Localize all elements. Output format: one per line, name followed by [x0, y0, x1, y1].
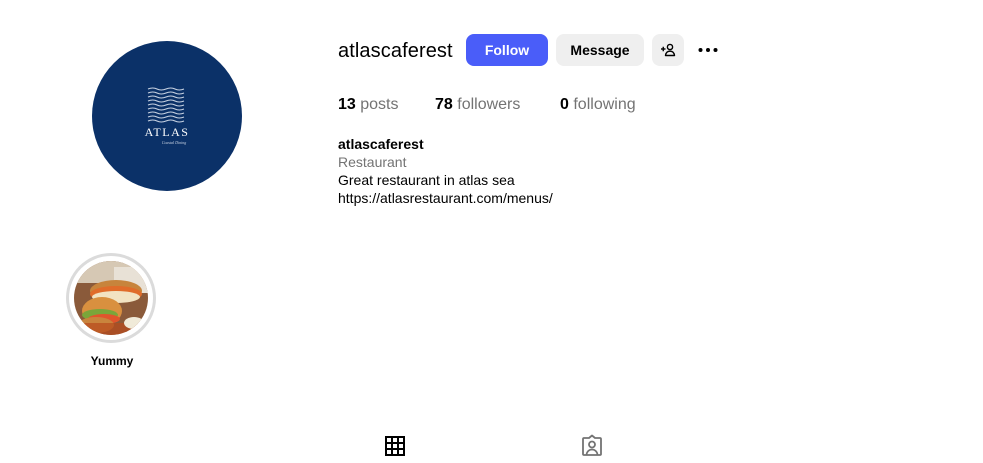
- highlight-label: Yummy: [90, 354, 134, 368]
- posts-count: 13: [338, 96, 356, 113]
- bio-category: Restaurant: [338, 154, 407, 170]
- tab-posts[interactable]: [383, 434, 407, 458]
- more-horizontal-icon: [698, 48, 718, 52]
- follow-button[interactable]: Follow: [466, 34, 548, 66]
- more-options-button[interactable]: [694, 38, 722, 62]
- tagged-user-icon: [582, 434, 602, 456]
- highlight-thumbnail: [74, 261, 148, 335]
- following-label: following: [573, 96, 636, 113]
- profile-avatar[interactable]: ATLAS Coastal Dining: [92, 41, 242, 191]
- atlas-wordmark: ATLAS: [145, 125, 190, 139]
- atlas-logo-icon: ATLAS Coastal Dining: [145, 87, 190, 145]
- followers-stat[interactable]: 78 followers: [435, 95, 520, 115]
- tab-tagged[interactable]: [580, 434, 604, 458]
- grid-icon: [385, 436, 405, 456]
- highlight-ring: [66, 253, 156, 343]
- profile-username: atlascaferest: [338, 40, 453, 62]
- posts-label: posts: [360, 96, 399, 113]
- bio-name: atlascaferest: [338, 136, 424, 152]
- posts-count-stat: 13 posts: [338, 95, 399, 115]
- atlas-tagline: Coastal Dining: [162, 140, 187, 145]
- followers-label: followers: [457, 96, 521, 113]
- suggest-accounts-button[interactable]: [652, 34, 684, 66]
- following-count: 0: [560, 96, 569, 113]
- followers-count: 78: [435, 96, 453, 113]
- person-plus-icon: [661, 43, 676, 57]
- bio-link[interactable]: https://atlasrestaurant.com/menus/: [338, 189, 553, 207]
- following-stat[interactable]: 0 following: [560, 95, 636, 115]
- message-button[interactable]: Message: [556, 34, 644, 66]
- bio-description: Great restaurant in atlas sea: [338, 172, 515, 188]
- story-highlight-yummy[interactable]: Yummy: [66, 253, 158, 368]
- profile-bio: atlascaferest Restaurant Great restauran…: [338, 135, 553, 207]
